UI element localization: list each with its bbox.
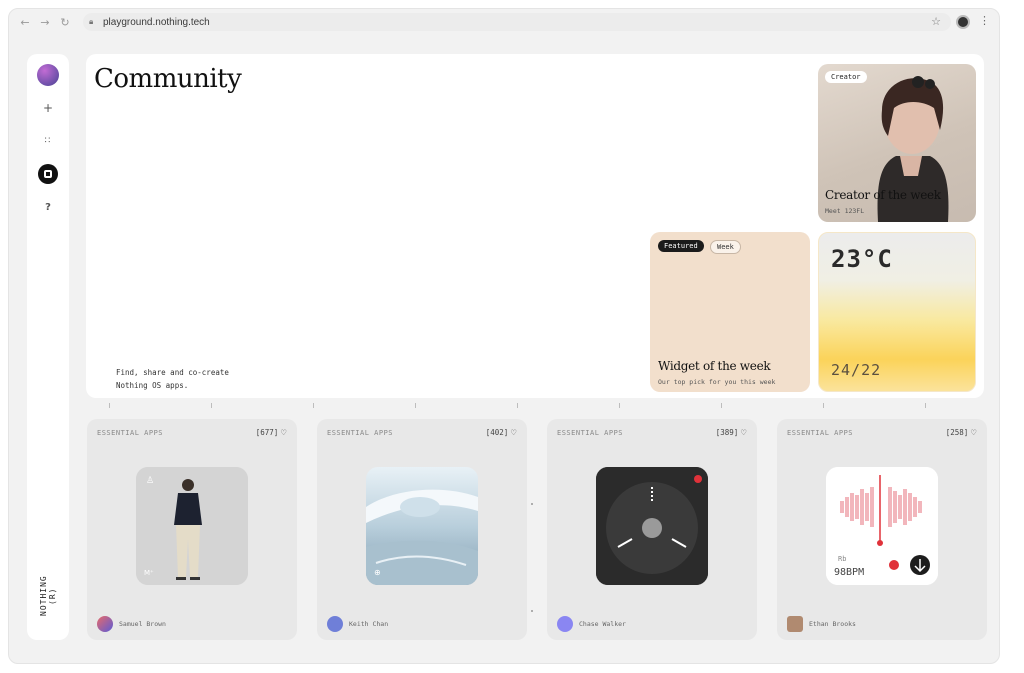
author-name: Chase Walker xyxy=(579,620,626,628)
heart-icon: ♡ xyxy=(740,428,747,437)
weather-widget-card[interactable]: 23°C 24/22 xyxy=(818,232,976,392)
creator-of-week-card[interactable]: Creator Creator of the week Meet 123FL xyxy=(818,64,976,222)
author-info[interactable]: Keith Chan xyxy=(327,616,388,632)
separator-dot xyxy=(531,610,533,612)
app-category: ESSENTIAL APPS xyxy=(557,429,624,437)
hero-tagline: Find, share and co-create Nothing OS app… xyxy=(116,366,276,392)
heart-icon: ♡ xyxy=(970,428,977,437)
recorder-label: Rb xyxy=(838,555,846,563)
browser-window: ← → ↻ 🔒︎ playground.nothing.tech ☆ ⋮ + ∷… xyxy=(8,8,1000,664)
app-card[interactable]: ESSENTIAL APPS [389] ♡ Chase Walker xyxy=(547,419,757,640)
app-thumbnail: Rb 98BPM xyxy=(826,467,938,585)
app-category: ESSENTIAL APPS xyxy=(97,429,164,437)
svg-text:♙: ♙ xyxy=(146,476,154,486)
back-icon[interactable]: ← xyxy=(17,14,33,30)
grid-icon[interactable]: ∷ xyxy=(38,131,58,151)
browser-toolbar: ← → ↻ 🔒︎ playground.nothing.tech ☆ ⋮ xyxy=(9,9,999,35)
hero-panel: Community Find, share and co-create Noth… xyxy=(86,54,984,398)
app-thumbnail: ♙ M⁺ xyxy=(136,467,248,585)
reload-icon[interactable]: ↻ xyxy=(57,14,73,30)
week-chip: Week xyxy=(710,240,741,254)
bookmark-star-icon[interactable]: ☆ xyxy=(931,15,941,28)
author-avatar xyxy=(97,616,113,632)
more-menu-icon[interactable]: ⋮ xyxy=(979,14,990,27)
app-thumbnail xyxy=(596,467,708,585)
app-like-count[interactable]: [402] ♡ xyxy=(486,428,517,437)
like-count-text: [402] xyxy=(485,428,509,437)
profile-orb-icon[interactable] xyxy=(37,64,59,86)
temperature-readout: 23°C xyxy=(831,245,893,273)
svg-text:⊕: ⊕ xyxy=(374,568,381,577)
temperature-range: 24/22 xyxy=(831,361,882,379)
heart-icon: ♡ xyxy=(510,428,517,437)
bpm-readout: 98BPM xyxy=(834,567,864,578)
app-card[interactable]: ESSENTIAL APPS [402] ♡ ⊕ Keith Chan xyxy=(317,419,527,640)
author-name: Keith Chan xyxy=(349,620,389,628)
app-category: ESSENTIAL APPS xyxy=(787,429,854,437)
home-button[interactable] xyxy=(38,164,58,184)
app-like-count[interactable]: [258] ♡ xyxy=(946,428,977,437)
author-name: Ethan Brooks xyxy=(809,620,856,628)
architecture-photo-image: ⊕ xyxy=(366,467,478,585)
svg-text:M⁺: M⁺ xyxy=(144,569,154,577)
author-avatar xyxy=(557,616,573,632)
app-card[interactable]: ESSENTIAL APPS [677] ♡ ♙ M⁺ Samuel Brown xyxy=(87,419,297,640)
help-icon[interactable]: ? xyxy=(38,197,58,217)
tagline-line-1: Find, share and co-create xyxy=(116,368,229,377)
author-info[interactable]: Samuel Brown xyxy=(97,616,166,632)
app-category: ESSENTIAL APPS xyxy=(327,429,394,437)
creator-card-title: Creator of the week xyxy=(825,188,941,202)
section-divider-ticks xyxy=(109,403,969,409)
dial-widget-image xyxy=(596,467,708,585)
recorder-widget-image: Rb 98BPM xyxy=(826,467,938,585)
author-avatar xyxy=(787,616,803,632)
author-info[interactable]: Ethan Brooks xyxy=(787,616,856,632)
heart-icon: ♡ xyxy=(280,428,287,437)
widget-card-subtitle: Our top pick for you this week xyxy=(658,378,776,386)
person-photo-image: ♙ M⁺ xyxy=(136,467,248,585)
author-name: Samuel Brown xyxy=(119,620,166,628)
widget-card-title: Widget of the week xyxy=(658,359,771,373)
like-count-text: [389] xyxy=(715,428,739,437)
app-like-count[interactable]: [677] ♡ xyxy=(256,428,287,437)
page-title: Community xyxy=(94,64,242,94)
featured-chip: Featured xyxy=(658,240,704,252)
widget-of-week-card[interactable]: Featured Week Widget of the week Our top… xyxy=(650,232,810,392)
creator-card-subtitle: Meet 123FL xyxy=(825,207,865,215)
url-text: playground.nothing.tech xyxy=(103,16,210,28)
add-icon[interactable]: + xyxy=(38,98,58,118)
app-thumbnail: ⊕ xyxy=(366,467,478,585)
separator-dot xyxy=(531,503,533,505)
address-bar[interactable]: 🔒︎ playground.nothing.tech ☆ xyxy=(83,13,951,31)
author-info[interactable]: Chase Walker xyxy=(557,616,626,632)
forward-icon[interactable]: → xyxy=(37,14,53,30)
creator-chip: Creator xyxy=(825,71,867,83)
app-like-count[interactable]: [389] ♡ xyxy=(716,428,747,437)
tagline-line-2: Nothing OS apps. xyxy=(116,381,189,390)
like-count-text: [677] xyxy=(255,428,279,437)
square-icon xyxy=(44,170,52,178)
author-avatar xyxy=(327,616,343,632)
profile-avatar[interactable] xyxy=(956,15,970,29)
sidebar: + ∷ ? NOTHING (R) xyxy=(27,54,69,640)
brand-wordmark: NOTHING (R) xyxy=(39,575,57,617)
like-count-text: [258] xyxy=(945,428,969,437)
app-card[interactable]: ESSENTIAL APPS [258] ♡ Rb 98BPM Ethan Br… xyxy=(777,419,987,640)
lock-icon: 🔒︎ xyxy=(89,17,94,26)
